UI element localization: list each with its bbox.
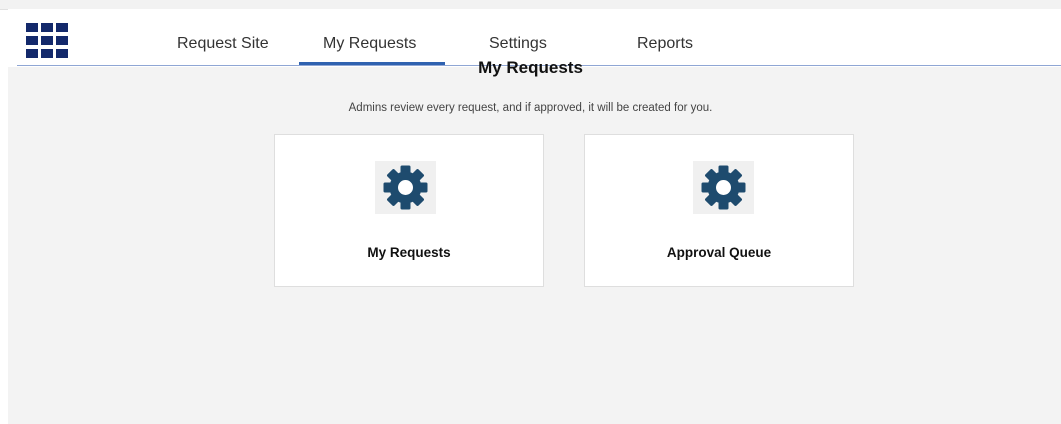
page-subtitle: Admins review every request, and if appr… [348, 102, 713, 114]
card-label-my-requests: My Requests [367, 245, 451, 260]
gear-icon [701, 165, 746, 210]
card-label-approval-queue: Approval Queue [666, 245, 772, 260]
approval-queue-card[interactable]: Approval Queue [584, 134, 854, 287]
app-launcher-grid-icon[interactable] [26, 23, 68, 58]
tab-reports[interactable]: Reports [637, 35, 693, 53]
card-icon-tile [693, 161, 754, 214]
tab-request-site[interactable]: Request Site [177, 35, 269, 53]
my-requests-card[interactable]: My Requests [274, 134, 544, 287]
tab-settings[interactable]: Settings [489, 35, 547, 53]
tab-my-requests[interactable]: My Requests [323, 35, 416, 53]
gear-icon [383, 165, 428, 210]
card-icon-tile [375, 161, 436, 214]
page-title: My Requests [478, 58, 583, 77]
